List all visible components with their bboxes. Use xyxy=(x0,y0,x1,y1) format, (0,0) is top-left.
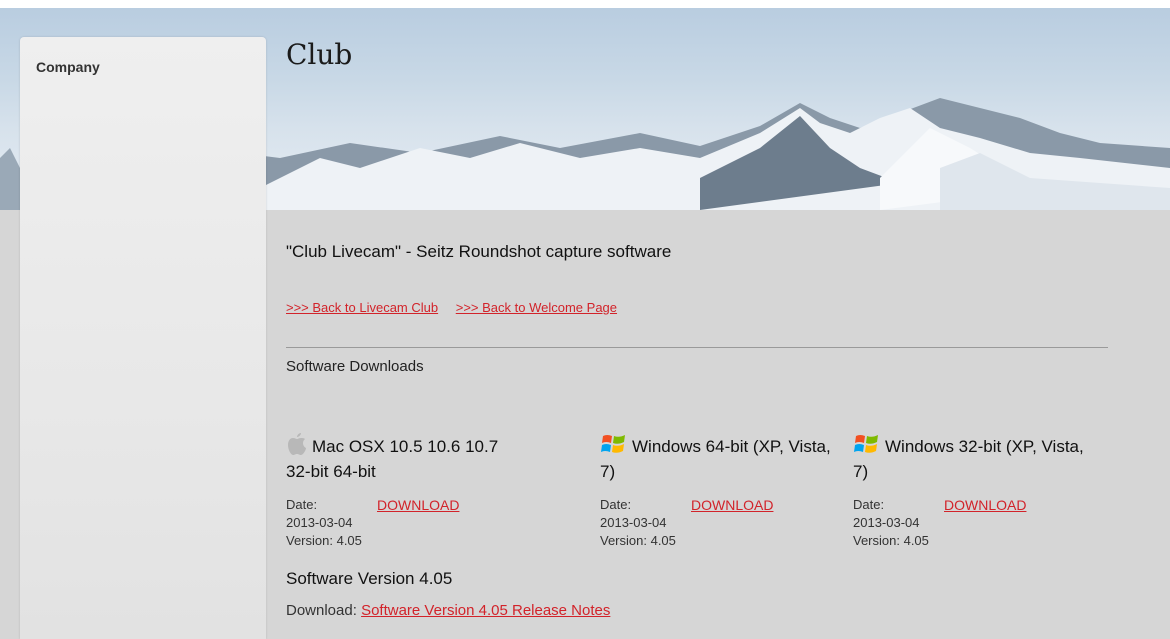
divider xyxy=(286,347,1108,348)
download-link-mac[interactable]: DOWNLOAD xyxy=(377,496,459,514)
download-title: Mac OSX 10.5 10.6 10.7 32-bit 64-bit xyxy=(286,432,526,482)
release-date: 2013-03-04 xyxy=(853,515,920,530)
download-link-win32[interactable]: DOWNLOAD xyxy=(944,496,1026,514)
windows-icon xyxy=(600,432,628,461)
release-date: 2013-03-04 xyxy=(600,515,667,530)
apple-icon xyxy=(286,432,308,461)
content-heading: "Club Livecam" - Seitz Roundshot capture… xyxy=(286,242,672,261)
version-text: Version: 4.05 xyxy=(286,533,362,548)
version-text: Version: 4.05 xyxy=(853,533,929,548)
download-title-text: Windows 32-bit (XP, Vista, 7) xyxy=(853,437,1084,481)
download-meta: Date: 2013-03-04 Version: 4.05 DOWNLOAD xyxy=(600,496,840,550)
download-title: Windows 64-bit (XP, Vista, 7) xyxy=(600,432,840,482)
release-prefix: Download: xyxy=(286,602,357,619)
section-title: Software Downloads xyxy=(286,358,424,375)
sidebar: Company xyxy=(20,37,266,639)
version-text: Version: 4.05 xyxy=(600,533,676,548)
download-title-text: Windows 64-bit (XP, Vista, 7) xyxy=(600,437,831,481)
download-title-text: Mac OSX 10.5 10.6 10.7 32-bit 64-bit xyxy=(286,437,499,481)
nav-links: >>> Back to Livecam Club >>> Back to Wel… xyxy=(286,300,631,315)
download-meta: Date: 2013-03-04 Version: 4.05 DOWNLOAD xyxy=(853,496,1093,550)
download-meta: Date: 2013-03-04 Version: 4.05 DOWNLOAD xyxy=(286,496,526,550)
download-card-win32: Windows 32-bit (XP, Vista, 7) Date: 2013… xyxy=(853,432,1093,550)
back-to-livecam-club-link[interactable]: >>> Back to Livecam Club xyxy=(286,300,438,315)
release-notes-line: Download: Software Version 4.05 Release … xyxy=(286,602,610,619)
download-title: Windows 32-bit (XP, Vista, 7) xyxy=(853,432,1093,482)
back-to-welcome-page-link[interactable]: >>> Back to Welcome Page xyxy=(456,300,617,315)
release-notes-link[interactable]: Software Version 4.05 Release Notes xyxy=(361,602,610,619)
windows-icon xyxy=(853,432,881,461)
download-card-win64: Windows 64-bit (XP, Vista, 7) Date: 2013… xyxy=(600,432,840,550)
page-title: Club xyxy=(286,38,353,71)
download-card-mac: Mac OSX 10.5 10.6 10.7 32-bit 64-bit Dat… xyxy=(286,432,526,550)
release-date: 2013-03-04 xyxy=(286,515,353,530)
software-version-title: Software Version 4.05 xyxy=(286,569,453,588)
sidebar-title[interactable]: Company xyxy=(36,59,100,75)
download-link-win64[interactable]: DOWNLOAD xyxy=(691,496,773,514)
